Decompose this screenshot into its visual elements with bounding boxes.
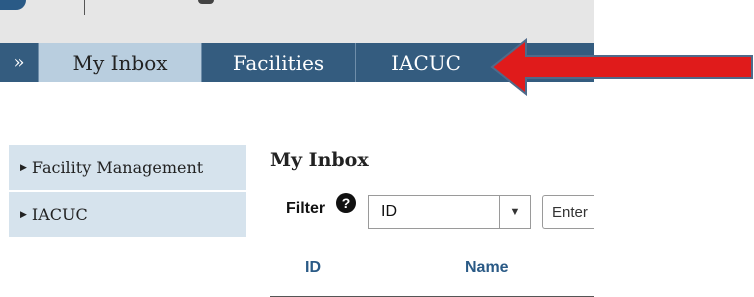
column-header-id[interactable]: ID xyxy=(305,259,321,277)
sidebar-item-facility-management[interactable]: ▶ Facility Management xyxy=(9,145,246,190)
sidebar-item-iacuc[interactable]: ▶ IACUC xyxy=(9,192,246,237)
tab-iacuc[interactable]: IACUC xyxy=(356,43,496,82)
sidebar-item-label: IACUC xyxy=(31,205,88,224)
caret-right-icon: ▶ xyxy=(20,162,27,173)
filter-label: Filter xyxy=(286,200,326,217)
header-divider xyxy=(84,0,85,15)
caret-right-icon: ▶ xyxy=(20,209,27,220)
expand-nav-button[interactable]: » xyxy=(0,43,39,82)
header-text-fragment xyxy=(198,0,214,4)
question-circle-icon[interactable]: ? xyxy=(336,193,356,213)
filter-text-input[interactable] xyxy=(542,195,602,229)
filter-field-select[interactable]: ID ▼ xyxy=(368,195,531,229)
column-header-name[interactable]: Name xyxy=(465,259,509,277)
viewport-clip xyxy=(594,130,754,297)
red-arrow-annotation xyxy=(490,38,753,96)
sidebar-item-label: Facility Management xyxy=(31,158,204,177)
filter-select-value: ID xyxy=(381,203,397,220)
page-title: My Inbox xyxy=(270,149,369,171)
tab-my-inbox[interactable]: My Inbox xyxy=(39,43,202,82)
sidebar: ▶ Facility Management ▶ IACUC xyxy=(9,145,246,239)
logo xyxy=(0,0,26,10)
tab-facilities[interactable]: Facilities xyxy=(202,43,356,82)
app-header xyxy=(0,0,594,43)
dropdown-arrow-icon[interactable]: ▼ xyxy=(499,196,530,228)
